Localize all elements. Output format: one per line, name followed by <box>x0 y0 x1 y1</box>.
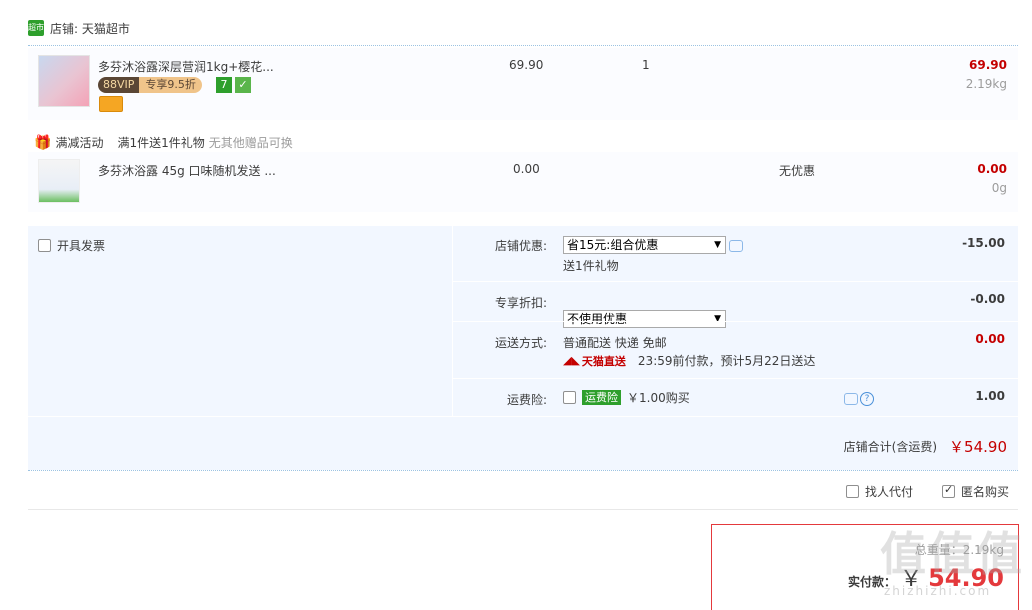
shop-discount-amount: -15.00 <box>962 236 1005 250</box>
exclusive-discount-select[interactable]: 不使用优惠 ▼ <box>563 310 726 328</box>
unit-price: 69.90 <box>509 58 544 72</box>
insurance-amount: 1.00 <box>975 389 1005 403</box>
divider <box>28 416 1018 417</box>
credit-card-icon[interactable] <box>99 96 123 112</box>
watermark-logo: 值值值 <box>880 527 1024 581</box>
comment-icon[interactable] <box>844 393 858 405</box>
vip-discount-label: 专享9.5折 <box>139 77 202 93</box>
help-icon[interactable]: ? <box>860 392 874 406</box>
gift-name-link[interactable]: 多芬沐浴露 45g 口味随机发送 ... <box>98 162 276 179</box>
shop-discount-label: 店铺优惠: <box>495 239 548 253</box>
anonymous-checkbox[interactable] <box>942 483 955 498</box>
tmall-direct-icon: ◢◣ <box>563 354 580 367</box>
shipping-method: 普通配送 快递 免邮 <box>563 336 667 350</box>
invoice-checkbox[interactable] <box>38 239 51 252</box>
quantity: 1 <box>642 58 650 72</box>
divider <box>453 378 1018 379</box>
shop-discount-sub: 送1件礼物 <box>563 259 619 273</box>
shipping-eta: 23:59前付款，预计5月22日送达 <box>637 354 816 368</box>
proxy-pay-option[interactable]: 找人代付 <box>846 483 913 500</box>
exclusive-discount-label: 专享折扣: <box>495 296 548 310</box>
exclusive-discount-amount: -0.00 <box>970 292 1005 306</box>
divider <box>453 321 1018 322</box>
exclusive-discount-select-value: 不使用优惠 <box>567 312 628 326</box>
guarantee-icon[interactable]: ✓ <box>235 77 251 93</box>
insurance-checkbox[interactable] <box>563 391 576 404</box>
insurance-option[interactable]: 运费险 ￥1.00购买 <box>563 389 690 406</box>
shipping-note-line: ◢◣ 天猫直送 23:59前付款，预计5月22日送达 <box>563 352 815 369</box>
comment-icon[interactable] <box>729 240 743 252</box>
dropdown-arrow-icon: ▼ <box>714 240 721 250</box>
shop-total-label: 店铺合计(含运费) <box>843 440 938 454</box>
shop-discount-select-value: 省15元:组合优惠 <box>567 238 659 252</box>
tmall-direct-label: 天猫直送 <box>581 354 626 368</box>
shop-total-value: ￥54.90 <box>949 438 1007 456</box>
divider <box>28 45 1018 46</box>
gift-icon: 🎁 <box>34 134 52 151</box>
vip-label: 88VIP <box>98 77 140 93</box>
proxy-pay-checkbox[interactable] <box>846 485 859 498</box>
insurance-price: ￥1.00购买 <box>627 391 690 405</box>
gift-thumbnail[interactable] <box>38 159 80 203</box>
insurance-tag: 运费险 <box>582 390 621 405</box>
shop-total: 店铺合计(含运费) ￥54.90 <box>844 436 1007 457</box>
invoice-option[interactable]: 开具发票 <box>38 237 105 254</box>
item-subtotal: 69.90 <box>969 58 1007 72</box>
product-thumbnail[interactable] <box>38 55 90 107</box>
divider <box>28 509 1018 510</box>
tmall-supermarket-icon: 超市 <box>28 20 44 36</box>
insurance-label: 运费险: <box>507 393 548 407</box>
invoice-label: 开具发票 <box>57 239 106 253</box>
proxy-pay-label: 找人代付 <box>865 485 914 499</box>
shipping-label: 运送方式: <box>495 336 548 350</box>
seven-day-return-icon[interactable]: 7 <box>216 77 232 93</box>
gift-subtotal: 0.00 <box>977 162 1007 176</box>
watermark-url: zhizhizhi.com <box>884 584 992 598</box>
item-weight: 2.19kg <box>965 77 1007 91</box>
vip-discount-badge: 88VIP 专享9.5折 <box>98 77 202 93</box>
anonymous-label: 匿名购买 <box>961 485 1010 499</box>
gift-note: 无其他赠品可换 <box>208 136 293 150</box>
dropdown-arrow-icon: ▼ <box>714 314 721 324</box>
divider <box>28 470 1018 471</box>
shop-discount-select[interactable]: 省15元:组合优惠 ▼ <box>563 236 726 254</box>
gift-activity: 🎁 满减活动 满1件送1件礼物 无其他赠品可换 <box>34 134 293 151</box>
gift-discount: 无优惠 <box>779 164 816 178</box>
gift-rule: 满1件送1件礼物 <box>117 136 205 150</box>
product-name-link[interactable]: 多芬沐浴露深层营润1kg+樱花... <box>98 58 274 75</box>
insurance-help: ? <box>844 392 874 406</box>
shop-header: 超市 店铺: 天猫超市 <box>28 16 130 40</box>
shipping-amount: 0.00 <box>975 332 1005 346</box>
gift-row <box>28 152 1018 212</box>
anonymous-option[interactable]: 匿名购买 <box>942 483 1009 500</box>
divider <box>453 281 1018 282</box>
gift-activity-label: 满减活动 <box>55 136 104 150</box>
gift-weight: 0g <box>991 181 1007 195</box>
gift-price: 0.00 <box>513 162 540 176</box>
shop-name[interactable]: 店铺: 天猫超市 <box>50 20 130 37</box>
